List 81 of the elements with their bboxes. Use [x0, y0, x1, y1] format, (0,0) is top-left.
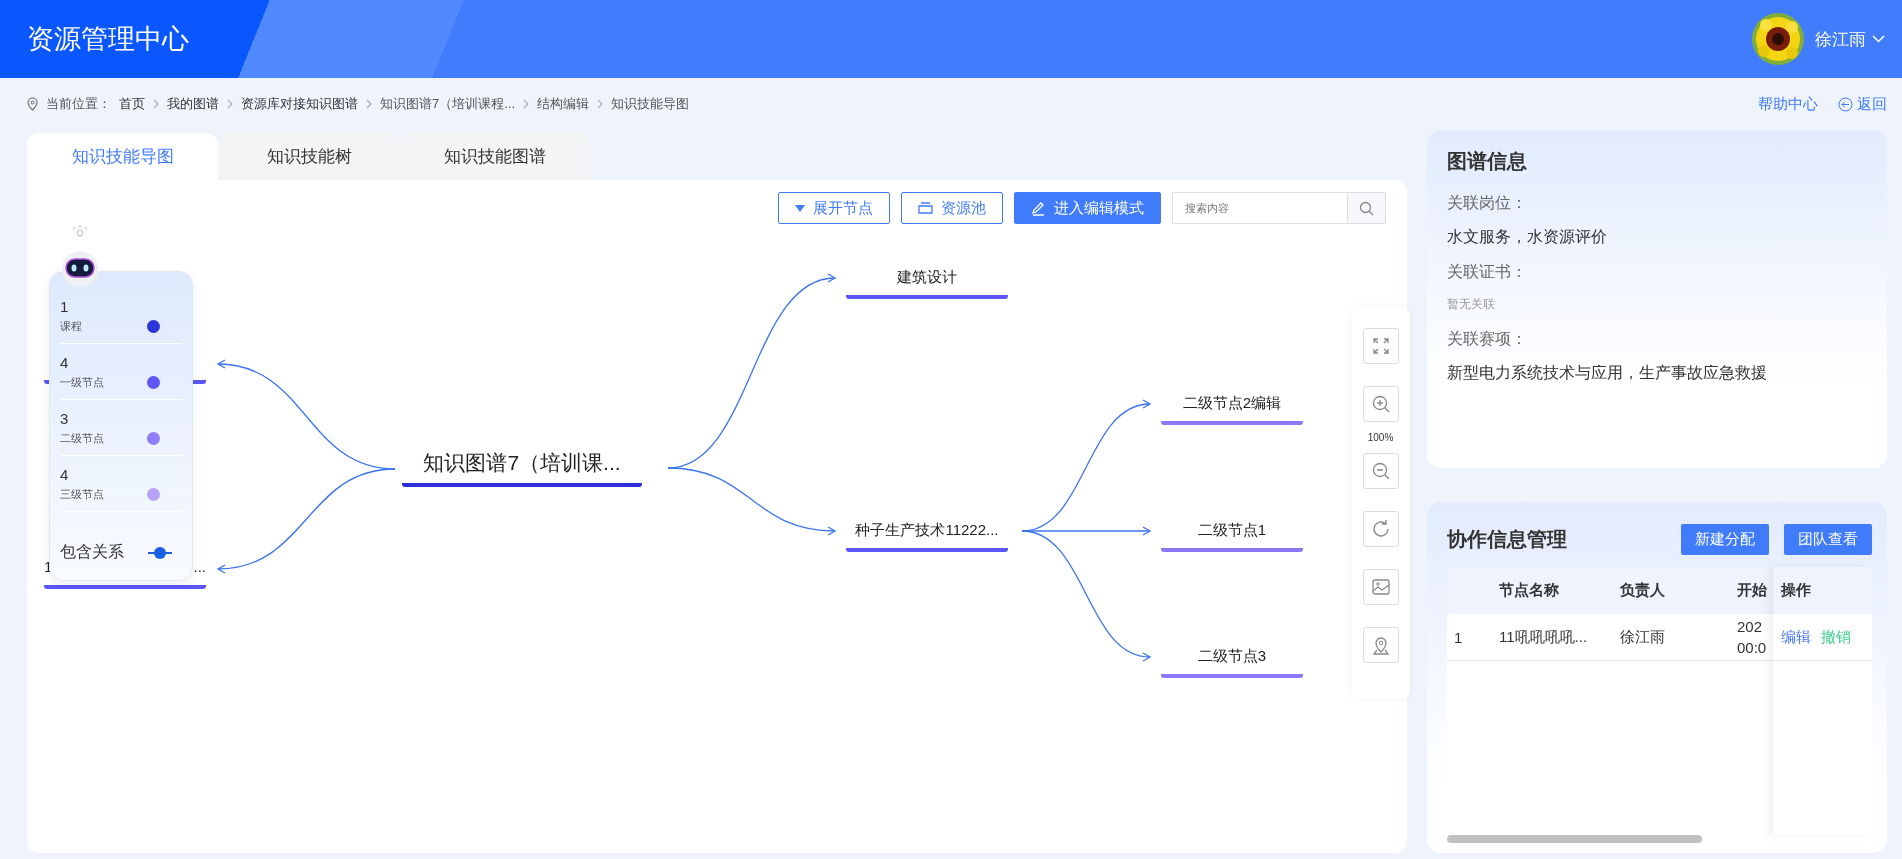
tab[interactable]: 知识技能导图 — [27, 133, 218, 180]
back-link[interactable]: 返回 — [1838, 94, 1887, 114]
map-node: 种子生产技术11222... — [846, 518, 1008, 552]
image-icon — [1370, 577, 1391, 597]
toolbar-button[interactable]: 展开节点 — [778, 192, 890, 224]
legend-count: 4 — [60, 465, 70, 483]
action-button[interactable]: 新建分配 — [1681, 524, 1769, 555]
breadcrumb-link[interactable]: 结构编辑 — [537, 95, 590, 113]
field-value: 暂无关联 — [1447, 296, 1496, 313]
map-node: 二级节点3 — [1161, 644, 1303, 678]
chevron-right-icon — [153, 99, 159, 109]
chevron-down-icon[interactable] — [1872, 35, 1885, 43]
fullscreen-icon — [1370, 336, 1391, 356]
scrollbar[interactable] — [1447, 835, 1702, 843]
table-cell-text: 徐江雨 — [1620, 627, 1666, 647]
zoom-reading: 100% — [1367, 432, 1394, 443]
map-pin-button[interactable] — [1362, 627, 1399, 663]
location-pin-icon — [27, 97, 38, 111]
chevron-right-icon — [597, 99, 604, 109]
field-value: 水文服务，水资源评价 — [1447, 227, 1608, 247]
revoke-link[interactable]: 撤销 — [1821, 627, 1851, 647]
table-cell-text: 11吼吼吼吼... — [1499, 627, 1589, 647]
action-button[interactable]: 团队查看 — [1784, 524, 1872, 555]
field-label: 关联赛项： — [1447, 329, 1528, 349]
breadcrumb-link[interactable]: 知识图谱7（培训课程... — [380, 95, 516, 113]
column-header: 操作 — [1781, 581, 1811, 600]
legend-count: 3 — [60, 409, 70, 427]
relation-line-icon — [148, 546, 172, 559]
legend-label: 一级节点 — [60, 374, 104, 390]
toolbar-button[interactable]: 资源池 — [901, 192, 1003, 224]
edit-link[interactable]: 编辑 — [1781, 627, 1811, 647]
field-value: 新型电力系统技术与应用，生产事故应急救援 — [1447, 363, 1768, 383]
pen-icon — [1031, 200, 1046, 216]
legend-count: 1 — [60, 297, 70, 315]
card-title: 协作信息管理 — [1447, 527, 1568, 552]
zoom-in-button[interactable] — [1362, 386, 1399, 422]
tray-icon — [918, 202, 933, 214]
map-node: 二级节点2编辑 — [1161, 391, 1303, 425]
column-header: 开始 — [1737, 581, 1768, 600]
legend-count: 4 — [60, 353, 70, 371]
map-node: 二级节点1 — [1161, 518, 1303, 552]
field-label: 关联证书： — [1447, 262, 1528, 282]
legend-label: 课程 — [60, 318, 82, 334]
refresh-button[interactable] — [1362, 511, 1399, 547]
field-label: 关联岗位： — [1447, 193, 1528, 213]
search-button[interactable] — [1348, 192, 1386, 224]
zoom-out-button[interactable] — [1362, 453, 1399, 489]
user-name[interactable]: 徐江雨 — [1815, 27, 1866, 51]
table-cell-text: 1 — [1453, 628, 1464, 646]
chevron-right-icon — [227, 99, 233, 109]
toolbar-button[interactable]: 进入编辑模式 — [1014, 192, 1161, 224]
caret-icon — [795, 204, 805, 212]
breadcrumb-link[interactable]: 资源库对接知识图谱 — [241, 95, 358, 113]
breadcrumb-label: 当前位置： — [46, 95, 111, 113]
legend-label: 包含关系 — [60, 542, 124, 562]
legend-label: 三级节点 — [60, 486, 104, 502]
search-field[interactable]: 搜索内容 — [1172, 192, 1348, 224]
map-pin-icon — [1370, 635, 1391, 655]
column-header: 节点名称 — [1499, 581, 1560, 600]
app-title: 资源管理中心 — [27, 23, 190, 56]
chevron-right-icon — [366, 99, 372, 109]
legend-label: 二级节点 — [60, 430, 104, 446]
refresh-icon — [1370, 519, 1391, 539]
zoom-in-icon — [1370, 394, 1391, 414]
breadcrumb-link[interactable]: 首页 — [119, 95, 145, 113]
tab[interactable]: 知识技能图谱 — [400, 133, 590, 180]
card-title: 图谱信息 — [1447, 149, 1528, 174]
fullscreen-button[interactable] — [1362, 328, 1399, 364]
image-button[interactable] — [1362, 569, 1399, 605]
tab[interactable]: 知识技能树 — [218, 133, 400, 180]
breadcrumb-link[interactable]: 我的图谱 — [167, 95, 219, 113]
breadcrumb-link[interactable]: 知识技能导图 — [611, 95, 690, 113]
help-link[interactable]: 帮助中心 — [1758, 94, 1818, 114]
search-icon — [1359, 200, 1374, 216]
table-cell-text: 202 00:0 — [1737, 617, 1768, 658]
chevron-right-icon — [523, 99, 530, 109]
map-node: 建筑设计 — [846, 265, 1008, 299]
node-label: ... — [193, 557, 206, 577]
zoom-out-icon — [1370, 461, 1391, 481]
column-header: 负责人 — [1620, 581, 1666, 600]
map-node: 知识图谱7（培训课... — [402, 449, 642, 487]
